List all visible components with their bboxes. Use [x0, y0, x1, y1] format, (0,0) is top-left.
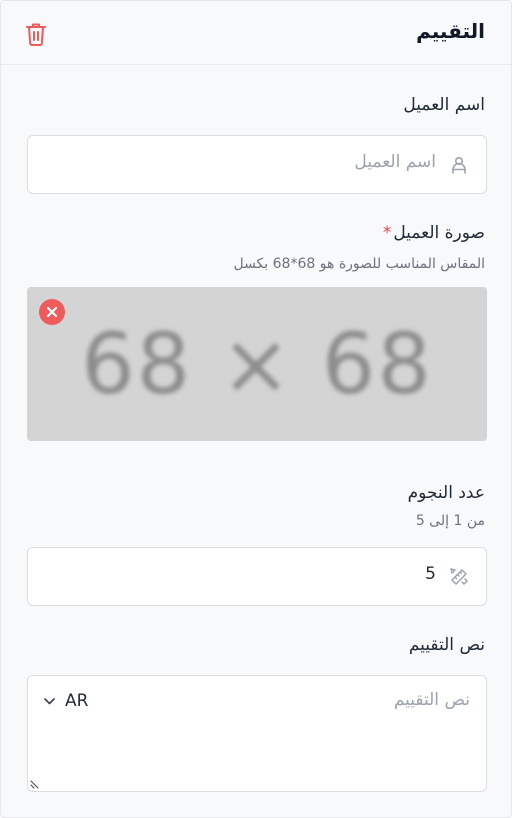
language-select[interactable]: AR: [44, 688, 88, 714]
chevron-down-icon: [44, 697, 55, 704]
required-mark: *: [382, 223, 392, 243]
resize-handle-icon[interactable]: [30, 777, 42, 789]
stars-value: 5: [425, 564, 436, 584]
review-text-area[interactable]: نص التقييم AR: [27, 675, 487, 792]
review-text-placeholder: نص التقييم: [393, 690, 470, 710]
user-icon: [448, 154, 470, 176]
remove-image-button[interactable]: [39, 299, 65, 325]
customer-name-input[interactable]: اسم العميل: [27, 135, 487, 194]
card-title: التقييم: [416, 19, 485, 43]
card-header: التقييم: [1, 1, 511, 65]
stars-input[interactable]: 5: [27, 547, 487, 606]
stars-hint: من 1 إلى 5: [415, 513, 485, 529]
language-label: AR: [65, 691, 89, 711]
image-placeholder-text: 68 × 68: [81, 315, 433, 413]
customer-image-preview[interactable]: 68 × 68: [27, 287, 487, 441]
customer-image-hint: المقاس المناسب للصورة هو 68*68 بكسل: [233, 256, 485, 272]
trash-icon: [26, 23, 46, 46]
close-icon: [46, 306, 58, 318]
customer-image-label: صورة العميل*: [383, 223, 485, 243]
customer-image-label-text: صورة العميل: [393, 223, 485, 243]
stars-label: عدد النجوم: [407, 483, 485, 503]
ruler-pencil-icon: [448, 566, 470, 588]
delete-button[interactable]: [23, 21, 49, 47]
review-card: التقييم اسم العميل اسم العميل صورة العمي…: [0, 0, 512, 818]
customer-name-label: اسم العميل: [403, 95, 485, 115]
review-text-label: نص التقييم: [408, 635, 485, 655]
customer-name-placeholder: اسم العميل: [354, 152, 436, 172]
